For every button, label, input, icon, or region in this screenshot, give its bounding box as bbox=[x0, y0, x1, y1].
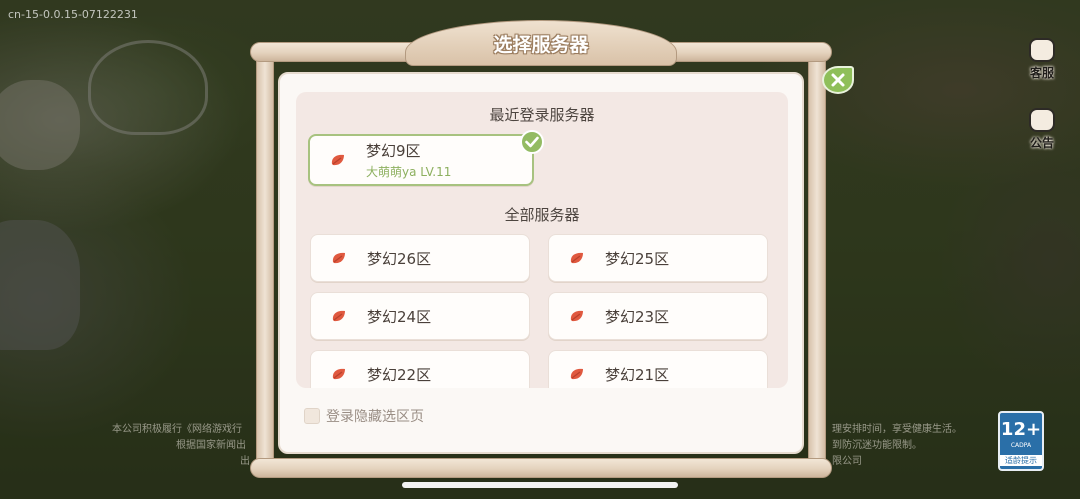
recent-server-name: 梦幻9区 bbox=[366, 142, 421, 160]
age-rating-tip: 适龄提示 bbox=[1000, 455, 1042, 466]
server-select-dialog: 选择服务器 最近登录服务器 梦幻9区 大萌萌ya LV.11 全部服务器 梦幻2… bbox=[250, 20, 854, 478]
red-leaf-icon bbox=[330, 153, 346, 167]
check-icon bbox=[520, 130, 544, 154]
board-rail-bottom bbox=[250, 458, 832, 478]
red-leaf-icon bbox=[569, 251, 585, 265]
board-post-left bbox=[256, 50, 274, 468]
server-card[interactable]: 梦幻22区 bbox=[310, 350, 530, 388]
health-notice-right-3: 限公司 bbox=[832, 456, 862, 467]
server-card[interactable]: 梦幻26区 bbox=[310, 234, 530, 282]
board-post-right bbox=[808, 50, 826, 468]
hide-select-page-checkbox[interactable] bbox=[304, 408, 320, 424]
age-rating-badge[interactable]: 12+ CADPA 适龄提示 bbox=[998, 411, 1044, 471]
recent-servers-title: 最近登录服务器 bbox=[489, 106, 595, 124]
age-rating-org: CADPA bbox=[1010, 442, 1032, 449]
home-indicator[interactable] bbox=[402, 482, 678, 488]
health-notice-right-1: 理安排时间，享受健康生活。 bbox=[832, 424, 962, 435]
red-leaf-icon bbox=[331, 309, 347, 323]
notice-board-icon bbox=[1029, 108, 1055, 132]
notice-label: 公告 bbox=[1029, 136, 1054, 150]
recent-server-player: 大萌萌ya LV.11 bbox=[366, 165, 452, 179]
all-servers-title: 全部服务器 bbox=[504, 206, 580, 224]
health-notice-left-3: 出 bbox=[240, 456, 250, 467]
recent-server-card[interactable]: 梦幻9区 大萌萌ya LV.11 bbox=[308, 130, 544, 186]
server-name: 梦幻22区 bbox=[367, 365, 432, 384]
background-fence bbox=[88, 40, 208, 135]
background-fountain bbox=[0, 220, 80, 350]
server-name: 梦幻24区 bbox=[367, 307, 432, 326]
customer-service-label: 客服 bbox=[1029, 66, 1054, 80]
version-label: cn-15-0.0.15-07122231 bbox=[8, 8, 138, 21]
customer-service-button[interactable]: 客服 bbox=[1022, 38, 1062, 81]
background-rock bbox=[0, 80, 80, 170]
health-notice-left-2: 根据国家新闻出 bbox=[176, 440, 246, 451]
server-name: 梦幻26区 bbox=[367, 249, 432, 268]
close-button[interactable] bbox=[822, 66, 854, 94]
hide-select-page-label: 登录隐藏选区页 bbox=[326, 409, 424, 425]
red-leaf-icon bbox=[569, 309, 585, 323]
server-card[interactable]: 梦幻21区 bbox=[548, 350, 768, 388]
dialog-title: 选择服务器 bbox=[493, 33, 589, 56]
server-card[interactable]: 梦幻23区 bbox=[548, 292, 768, 340]
server-name: 梦幻25区 bbox=[605, 249, 670, 268]
server-card[interactable]: 梦幻24区 bbox=[310, 292, 530, 340]
server-name: 梦幻21区 bbox=[605, 365, 670, 384]
hide-select-page-option[interactable]: 登录隐藏选区页 bbox=[304, 406, 424, 426]
dialog-paper: 最近登录服务器 梦幻9区 大萌萌ya LV.11 全部服务器 梦幻26区 梦幻2… bbox=[278, 72, 804, 454]
health-notice-left-1: 本公司积极履行《网络游戏行 bbox=[112, 424, 242, 435]
server-card[interactable]: 梦幻25区 bbox=[548, 234, 768, 282]
server-name: 梦幻23区 bbox=[605, 307, 670, 326]
notice-button[interactable]: 公告 bbox=[1022, 108, 1062, 151]
red-leaf-icon bbox=[569, 367, 585, 381]
server-list-panel[interactable]: 最近登录服务器 梦幻9区 大萌萌ya LV.11 全部服务器 梦幻26区 梦幻2… bbox=[296, 92, 788, 388]
red-leaf-icon bbox=[331, 367, 347, 381]
headset-icon bbox=[1029, 38, 1055, 62]
health-notice-right-2: 到防沉迷功能限制。 bbox=[832, 440, 922, 451]
dialog-title-plaque: 选择服务器 bbox=[405, 20, 677, 66]
red-leaf-icon bbox=[331, 251, 347, 265]
age-rating-value: 12+ bbox=[1000, 419, 1042, 440]
close-icon bbox=[831, 73, 845, 87]
